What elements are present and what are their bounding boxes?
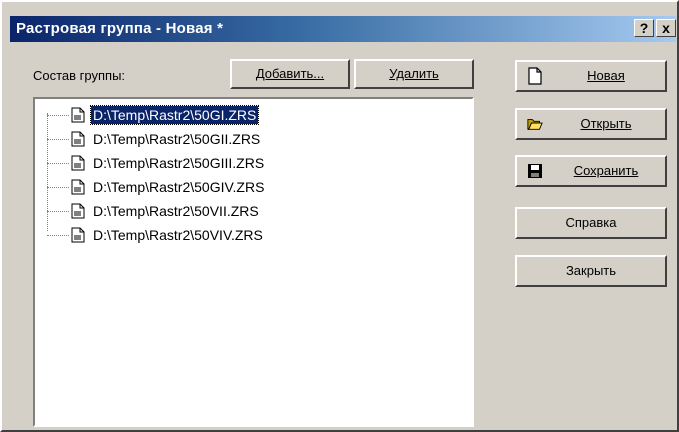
help-button[interactable]: Справка (515, 207, 667, 239)
raster-file-icon (71, 179, 85, 195)
tree-branch-line (47, 163, 69, 164)
list-item-file-4[interactable]: D:\Temp\Rastr2\50GIV.ZRS (47, 177, 447, 197)
tree-branch-line (47, 235, 69, 236)
file-path: D:\Temp\Rastr2\50VIV.ZRS (93, 227, 263, 243)
list-item-file-1[interactable]: D:\Temp\Rastr2\50GI.ZRS (47, 105, 447, 125)
open-button[interactable]: Открыть (515, 108, 667, 140)
list-item-file-2[interactable]: D:\Temp\Rastr2\50GII.ZRS (47, 129, 447, 149)
title-bar[interactable]: Растровая группа - Новая * ? x (10, 16, 676, 42)
list-item-file-3[interactable]: D:\Temp\Rastr2\50GIII.ZRS (47, 153, 447, 173)
file-path: D:\Temp\Rastr2\50VII.ZRS (93, 203, 259, 219)
file-path: D:\Temp\Rastr2\50GIV.ZRS (93, 179, 265, 195)
floppy-disk-icon (528, 164, 542, 178)
add-button[interactable]: Добавить... (230, 59, 350, 89)
raster-file-icon (71, 155, 85, 171)
open-button-label: Открыть (580, 116, 632, 131)
help-button-label: Справка (565, 215, 617, 230)
blank-document-icon (528, 67, 542, 85)
group-contents-label: Состав группы: (33, 68, 126, 83)
new-button-label: Новая (587, 68, 625, 83)
raster-file-icon (71, 131, 85, 147)
save-button[interactable]: Сохранить (515, 155, 667, 187)
list-item-file-6[interactable]: D:\Temp\Rastr2\50VIV.ZRS (47, 225, 447, 245)
raster-group-dialog: Растровая группа - Новая * ? x Состав гр… (0, 0, 679, 432)
save-button-label: Сохранить (573, 163, 639, 178)
close-title-button[interactable]: x (656, 19, 676, 37)
delete-button[interactable]: Удалить (354, 59, 474, 89)
file-path: D:\Temp\Rastr2\50GI.ZRS (89, 105, 260, 125)
raster-file-icon (71, 203, 85, 219)
tree-branch-line (47, 115, 69, 116)
tree-branch-line (47, 211, 69, 212)
new-button[interactable]: Новая (515, 60, 667, 92)
add-button-label: Добавить... (255, 66, 325, 81)
close-button[interactable]: Закрыть (515, 255, 667, 287)
delete-button-label: Удалить (389, 66, 439, 81)
list-item-file-5[interactable]: D:\Temp\Rastr2\50VII.ZRS (47, 201, 447, 221)
tree-branch-line (47, 139, 69, 140)
file-path: D:\Temp\Rastr2\50GII.ZRS (93, 131, 261, 147)
group-files-list[interactable]: D:\Temp\Rastr2\50GI.ZRS D:\Temp\Rastr2\5… (33, 97, 474, 427)
file-path: D:\Temp\Rastr2\50GIII.ZRS (93, 155, 265, 171)
open-folder-icon (527, 119, 543, 130)
window-title: Растровая группа - Новая * (16, 20, 224, 37)
raster-file-icon (71, 227, 85, 243)
help-title-button[interactable]: ? (634, 19, 654, 37)
close-button-label: Закрыть (565, 263, 617, 278)
raster-file-icon (71, 107, 85, 123)
tree-branch-line (47, 187, 69, 188)
